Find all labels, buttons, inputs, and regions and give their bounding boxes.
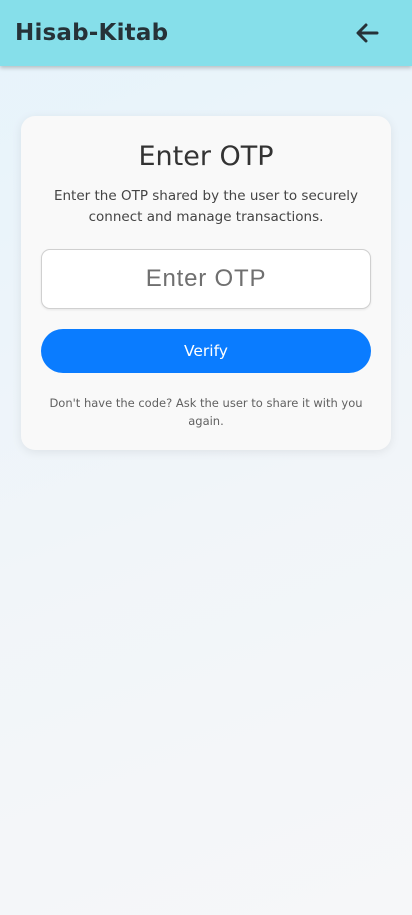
app-title: Hisab-Kitab (15, 20, 169, 46)
otp-card-description: Enter the OTP shared by the user to secu… (53, 188, 359, 225)
otp-card-title: Enter OTP (138, 141, 274, 172)
otp-card: Enter OTP Enter the OTP shared by the us… (21, 116, 391, 450)
back-button[interactable] (352, 18, 382, 48)
arrow-left-icon (356, 23, 379, 43)
otp-hint-text: Don't have the code? Ask the user to sha… (49, 396, 363, 428)
otp-input[interactable] (41, 249, 371, 309)
verify-button[interactable]: Verify (41, 329, 371, 373)
app-bar: Hisab-Kitab (0, 0, 412, 66)
